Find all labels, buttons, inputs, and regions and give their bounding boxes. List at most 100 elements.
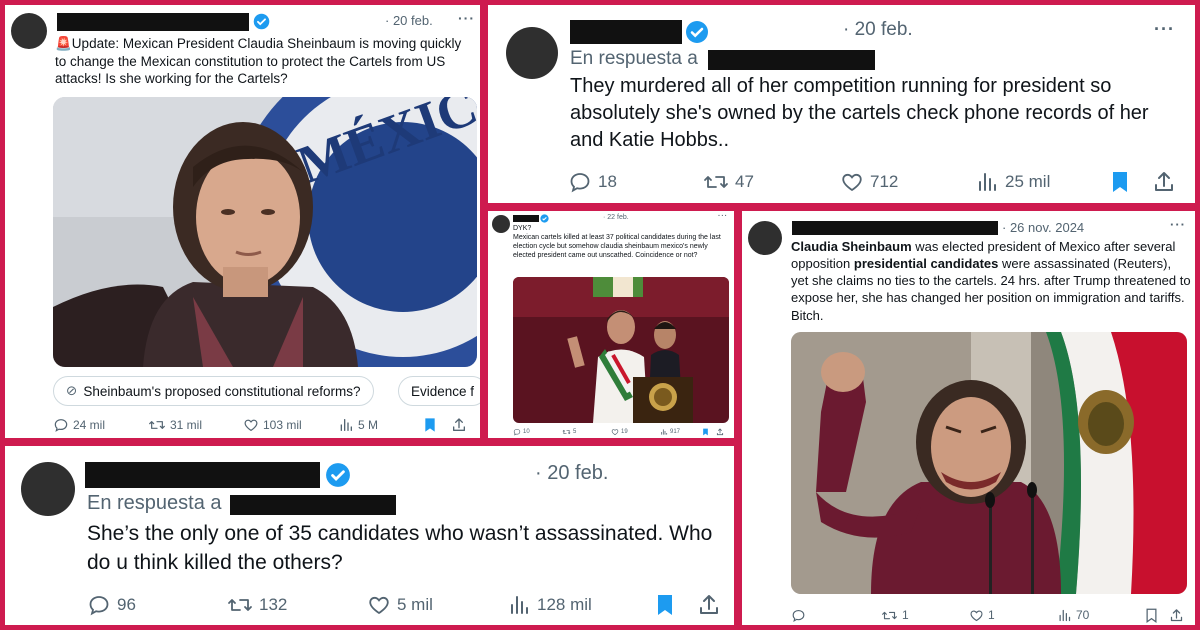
reply-button[interactable] xyxy=(791,608,881,623)
tweet-date[interactable]: · 20 feb. xyxy=(385,13,433,28)
share-icon xyxy=(1155,172,1173,191)
reply-button[interactable]: 96 xyxy=(87,593,227,617)
bookmark-button[interactable] xyxy=(423,417,451,433)
more-options-icon[interactable]: ··· xyxy=(458,10,475,26)
grok-suggestion-chip[interactable]: ⊘ Sheinbaum's proposed constitutional re… xyxy=(53,376,374,406)
views-button[interactable]: 917 xyxy=(660,428,702,436)
tweet-photo[interactable] xyxy=(791,332,1187,594)
tweet-text: Claudia Sheinbaum was elected president … xyxy=(791,238,1191,324)
reply-count: 24 mil xyxy=(73,418,106,432)
share-button[interactable] xyxy=(451,417,467,433)
like-button[interactable]: 1 xyxy=(969,608,1057,623)
tweet-date[interactable]: · 22 feb. xyxy=(603,214,629,221)
like-button[interactable]: 19 xyxy=(611,428,660,436)
share-icon xyxy=(700,595,718,614)
avatar[interactable] xyxy=(492,215,510,233)
retweet-icon xyxy=(228,599,252,611)
views-button[interactable]: 5 M xyxy=(338,417,423,433)
views-count: 128 mil xyxy=(537,595,592,614)
bookmark-button[interactable] xyxy=(655,593,697,617)
tweet-card-5[interactable]: · 20 feb. En respuesta a She’s the only … xyxy=(5,446,734,625)
views-chart-icon xyxy=(511,596,528,614)
tweet-card-1[interactable]: · 20 feb. ··· 🚨Update: Mexican President… xyxy=(5,5,480,438)
tweet-photo[interactable]: MÉXICO xyxy=(53,97,477,367)
views-chart-icon xyxy=(661,429,668,435)
more-options-icon[interactable]: ··· xyxy=(718,213,728,220)
tweet-text-bold-name: Claudia Sheinbaum xyxy=(791,239,912,254)
retweet-icon xyxy=(882,611,897,619)
reply-button[interactable]: 24 mil xyxy=(53,417,148,433)
retweet-button[interactable]: 1 xyxy=(881,608,969,623)
verified-badge-icon xyxy=(686,21,708,43)
reply-icon xyxy=(513,428,521,436)
bookmark-button[interactable] xyxy=(1145,608,1169,623)
retweet-count: 132 xyxy=(259,595,288,614)
share-button[interactable] xyxy=(716,428,724,436)
tweet-text-bold-phrase: presidential candidates xyxy=(853,256,999,272)
avatar[interactable] xyxy=(21,462,75,516)
views-count: 917 xyxy=(670,429,681,435)
heart-icon xyxy=(842,173,862,192)
bookmark-icon xyxy=(658,595,672,615)
redacted-reply-handle xyxy=(708,50,875,70)
bookmark-icon xyxy=(1113,172,1127,192)
heart-icon xyxy=(369,596,389,615)
avatar[interactable] xyxy=(11,13,47,49)
grok-suggestion-chip-2[interactable]: Evidence f xyxy=(398,376,480,406)
reply-icon xyxy=(570,173,590,193)
retweet-icon xyxy=(562,429,571,435)
tweet-date[interactable]: · 20 feb. xyxy=(843,19,913,41)
tweet-text: Mexican cartels killed at least 37 polit… xyxy=(513,234,721,259)
bookmark-button[interactable] xyxy=(702,428,716,436)
tweet-photo[interactable] xyxy=(513,277,729,423)
retweet-icon xyxy=(704,176,728,188)
views-button[interactable]: 25 mil xyxy=(975,170,1110,194)
redacted-username xyxy=(570,20,682,44)
share-button[interactable] xyxy=(697,593,721,617)
views-button[interactable]: 128 mil xyxy=(507,593,655,617)
retweet-count: 47 xyxy=(735,172,754,191)
redacted-username xyxy=(85,462,320,488)
reply-button[interactable]: 18 xyxy=(568,170,703,194)
avatar[interactable] xyxy=(506,27,558,79)
more-options-icon[interactable]: ··· xyxy=(1154,19,1175,40)
share-button[interactable] xyxy=(1169,608,1184,623)
tweet-card-3[interactable]: · 22 feb. ··· DYK? Mexican cartels kille… xyxy=(488,211,734,438)
tweet-card-2[interactable]: · 20 feb. ··· En respuesta a They murder… xyxy=(488,5,1195,203)
share-button[interactable] xyxy=(1152,170,1176,194)
grok-icon: ⊘ xyxy=(66,383,78,398)
reply-count: 10 xyxy=(523,429,530,435)
inauguration-photo-illustration xyxy=(513,277,729,423)
like-button[interactable]: 712 xyxy=(840,170,975,194)
tweet-card-4[interactable]: · 26 nov. 2024 ··· Claudia Sheinbaum was… xyxy=(742,211,1195,625)
redacted-username xyxy=(792,221,998,235)
retweet-button[interactable]: 132 xyxy=(227,593,367,617)
retweet-button[interactable]: 5 xyxy=(562,428,611,436)
views-chart-icon xyxy=(1059,609,1071,621)
like-button[interactable]: 103 mil xyxy=(243,417,338,433)
reply-count: 96 xyxy=(117,595,136,614)
share-icon xyxy=(453,418,465,431)
tweet-date[interactable]: · 20 feb. xyxy=(535,462,608,485)
redacted-username xyxy=(513,215,539,222)
views-count: 25 mil xyxy=(1005,172,1051,191)
avatar[interactable] xyxy=(748,221,782,255)
views-button[interactable]: 70 xyxy=(1057,608,1145,623)
heart-icon xyxy=(970,609,983,621)
redacted-username xyxy=(57,13,249,31)
tweet-actions: 96 132 5 mil 128 mil xyxy=(87,592,727,618)
heart-icon xyxy=(611,429,619,436)
chip-label: Evidence f xyxy=(411,383,475,399)
share-icon xyxy=(1170,608,1183,621)
retweet-count: 31 mil xyxy=(170,418,203,432)
like-button[interactable]: 5 mil xyxy=(367,593,507,617)
reply-button[interactable]: 10 xyxy=(513,428,562,436)
redacted-reply-handle xyxy=(230,495,396,515)
retweet-button[interactable]: 31 mil xyxy=(148,417,243,433)
share-icon xyxy=(716,428,724,436)
bookmark-button[interactable] xyxy=(1110,170,1152,194)
more-options-icon[interactable]: ··· xyxy=(1170,217,1186,232)
raised-fist-photo-illustration xyxy=(791,332,1187,594)
tweet-date[interactable]: · 26 nov. 2024 xyxy=(1002,220,1084,235)
retweet-button[interactable]: 47 xyxy=(703,170,840,194)
